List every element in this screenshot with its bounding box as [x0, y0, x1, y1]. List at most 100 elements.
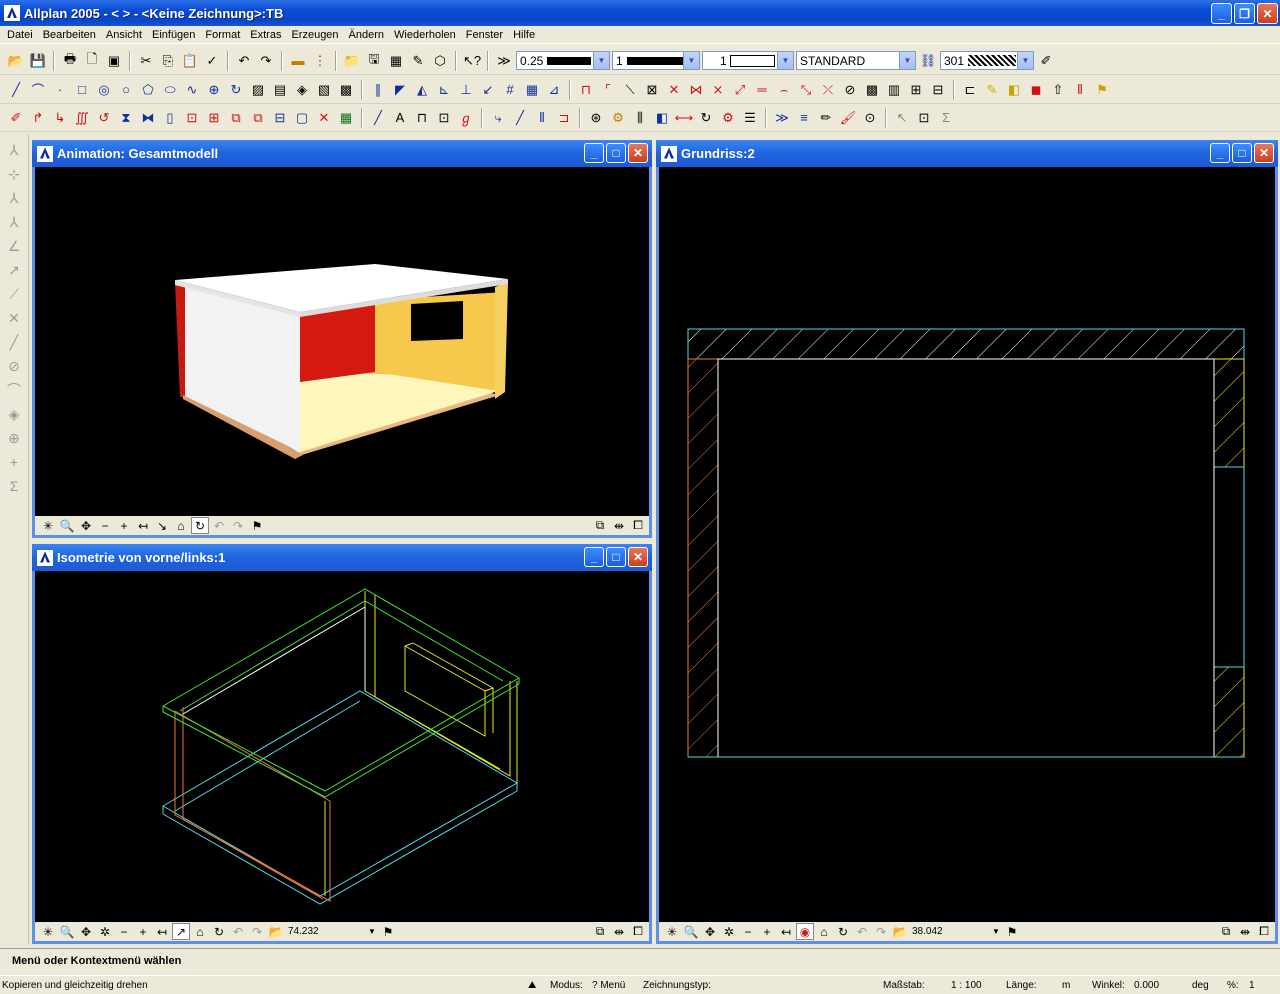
- circle-icon[interactable]: ◎: [94, 80, 114, 100]
- plot-icon[interactable]: ✎: [408, 51, 428, 71]
- zoom-out-icon[interactable]: −: [115, 923, 133, 940]
- bars-icon[interactable]: ⦀: [532, 108, 552, 128]
- close-button[interactable]: ✕: [628, 143, 648, 163]
- massstab-value[interactable]: 1 : 100: [951, 980, 982, 991]
- circle-arc-icon[interactable]: ○: [116, 80, 136, 100]
- menu-einfuegen[interactable]: Einfügen: [147, 29, 200, 41]
- pan-icon[interactable]: ✥: [77, 923, 95, 940]
- angle-icon[interactable]: ∠: [4, 236, 24, 256]
- axis-yz-icon[interactable]: ⅄: [4, 188, 24, 208]
- drawing-files-icon[interactable]: 🖫: [364, 51, 384, 71]
- pan-icon[interactable]: ✥: [77, 517, 95, 534]
- polygon-icon[interactable]: ⬠: [138, 80, 158, 100]
- tangent-icon[interactable]: ⌒: [4, 380, 24, 400]
- new-window-icon[interactable]: ⧠: [629, 923, 647, 940]
- clothoid-icon[interactable]: ⊕: [204, 80, 224, 100]
- print-preview-icon[interactable]: 🗋: [82, 51, 102, 71]
- grundriss-viewport[interactable]: [659, 167, 1275, 922]
- winkel-value[interactable]: 0.000: [1134, 980, 1159, 991]
- redo-icon[interactable]: ↷: [256, 51, 276, 71]
- rebar-icon[interactable]: ⦀: [1070, 80, 1090, 100]
- room-icon[interactable]: ⊞: [906, 80, 926, 100]
- paste-icon[interactable]: 📋: [180, 51, 200, 71]
- sync-view-icon[interactable]: ⇹: [610, 517, 628, 534]
- minimize-button[interactable]: _: [584, 143, 604, 163]
- roof-icon[interactable]: ▩: [862, 80, 882, 100]
- menu-extras[interactable]: Extras: [245, 29, 286, 41]
- redo-view-icon[interactable]: ↷: [872, 923, 890, 940]
- close-button[interactable]: ✕: [1257, 3, 1278, 24]
- new-window-icon[interactable]: ⧠: [1255, 923, 1273, 940]
- project-open-icon[interactable]: 📁: [342, 51, 362, 71]
- cross-icon[interactable]: ✕: [4, 308, 24, 328]
- hatch-select[interactable]: 301 ▼: [940, 51, 1034, 70]
- maximize-button[interactable]: □: [606, 143, 626, 163]
- align-icon[interactable]: ⊟: [270, 108, 290, 128]
- measure-icon[interactable]: ▬: [288, 51, 308, 71]
- distort-icon[interactable]: ▯: [160, 108, 180, 128]
- extend-icon[interactable]: ⤢: [730, 80, 750, 100]
- join-icon[interactable]: ⋈: [686, 80, 706, 100]
- elevation-icon[interactable]: ⫼: [630, 108, 650, 128]
- view-width-icon[interactable]: ⟷: [674, 108, 694, 128]
- maximize-button[interactable]: □: [1232, 143, 1252, 163]
- open-view-icon[interactable]: 📂: [891, 923, 909, 940]
- properties-icon[interactable]: ⋮: [310, 51, 330, 71]
- dimension-icon[interactable]: ⊿: [544, 80, 564, 100]
- pen-thickness-select[interactable]: 0.25 ▼: [516, 51, 610, 70]
- new-window-icon[interactable]: ⧠: [629, 517, 647, 534]
- calculator-icon[interactable]: ▦: [336, 108, 356, 128]
- window-layout-icon[interactable]: ⧉: [591, 923, 609, 940]
- trim-icon[interactable]: ⤫: [818, 80, 838, 100]
- object-icon[interactable]: ⚙: [718, 108, 738, 128]
- frame-icon[interactable]: ⊐: [554, 108, 574, 128]
- layer-object-icon[interactable]: ⊛: [586, 108, 606, 128]
- spline-icon[interactable]: ∿: [182, 80, 202, 100]
- delete-icon[interactable]: ✕: [314, 108, 334, 128]
- hidden-line-icon[interactable]: ⌂: [191, 923, 209, 940]
- array-copy-icon[interactable]: ⧉: [248, 108, 268, 128]
- format-transfer-icon[interactable]: ⊙: [860, 108, 880, 128]
- diagonal-icon[interactable]: ╱: [4, 332, 24, 352]
- style-area-icon[interactable]: ▩: [336, 80, 356, 100]
- raster-icon[interactable]: ▦: [522, 80, 542, 100]
- zoom-all-icon[interactable]: ✳: [39, 517, 57, 534]
- yellow-pen-icon[interactable]: ✎: [982, 80, 1002, 100]
- wall-icon[interactable]: ∥: [368, 80, 388, 100]
- chamfer-icon[interactable]: ⤡: [796, 80, 816, 100]
- fillet-icon[interactable]: ⌢: [774, 80, 794, 100]
- save-view-icon[interactable]: ⚑: [248, 517, 266, 534]
- opening-icon[interactable]: ↙: [478, 80, 498, 100]
- select-icon[interactable]: ↖: [892, 108, 912, 128]
- winkel-unit[interactable]: deg: [1192, 980, 1209, 991]
- axis-x-icon[interactable]: ⅄: [4, 140, 24, 160]
- sync-view-icon[interactable]: ⇹: [610, 923, 628, 940]
- redo-view-icon[interactable]: ↷: [229, 517, 247, 534]
- column-icon[interactable]: ◤: [390, 80, 410, 100]
- hatching-icon[interactable]: ▨: [248, 80, 268, 100]
- pencil-icon[interactable]: ✏: [816, 108, 836, 128]
- zoom-icon[interactable]: 🔍: [58, 923, 76, 940]
- snap-icon[interactable]: ⤷: [488, 108, 508, 128]
- minimize-button[interactable]: _: [584, 547, 604, 567]
- menu-bearbeiten[interactable]: Bearbeiten: [38, 29, 101, 41]
- help-pointer-icon[interactable]: ↖?: [462, 51, 482, 71]
- grundriss-window-titlebar[interactable]: Grundriss:2 _ □ ✕: [656, 140, 1278, 167]
- animation-icon[interactable]: ↻: [834, 923, 852, 940]
- pan-icon[interactable]: ✥: [701, 923, 719, 940]
- grundriss-scale-field[interactable]: 38.042 ▼: [910, 924, 1002, 939]
- window-icon[interactable]: ⌜: [598, 80, 618, 100]
- menu-erzeugen[interactable]: Erzeugen: [286, 29, 343, 41]
- cube-icon[interactable]: ◼: [1026, 80, 1046, 100]
- minimize-button[interactable]: _: [1211, 3, 1232, 24]
- label-icon[interactable]: ⚑: [1092, 80, 1112, 100]
- array-icon[interactable]: ⧉: [226, 108, 246, 128]
- zoom-all-icon[interactable]: ✳: [663, 923, 681, 940]
- view-direction-icon[interactable]: ↘: [153, 517, 171, 534]
- layer-select[interactable]: STANDARD ▼: [796, 51, 916, 70]
- menu-wiederholen[interactable]: Wiederholen: [389, 29, 461, 41]
- zoom-icon[interactable]: 🔍: [58, 517, 76, 534]
- stretch-icon[interactable]: ⊡: [182, 108, 202, 128]
- dimension-line-icon[interactable]: ⊓: [412, 108, 432, 128]
- move-icon[interactable]: ↱: [28, 108, 48, 128]
